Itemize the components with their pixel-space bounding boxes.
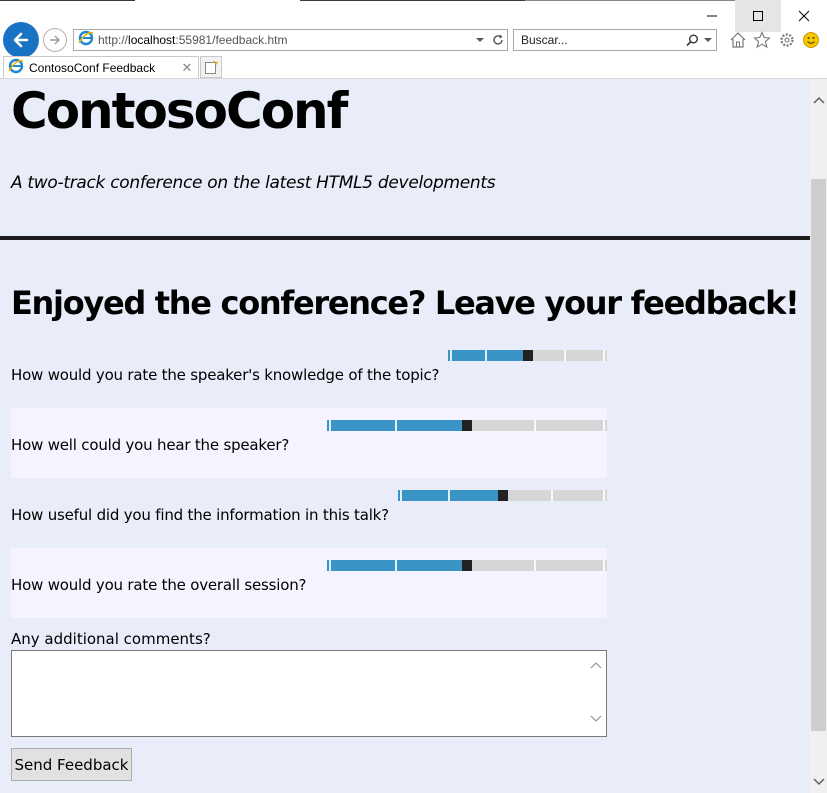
favorites-star-icon[interactable] [752,30,772,50]
address-url: http://localhost:55981/feedback.htm [98,33,288,47]
search-dropdown-icon[interactable] [700,37,716,43]
smiley-feedback-icon[interactable] [801,30,821,50]
rating-slider[interactable] [327,560,607,571]
ie-icon [78,30,94,50]
page-viewport: ContosoConf A two-track conference on th… [0,79,810,793]
rating-tick [564,350,566,361]
arrow-left-icon [13,32,29,48]
rating-tick [551,490,553,501]
scroll-up-arrow[interactable] [810,91,827,108]
rating-slider[interactable] [398,490,607,501]
chevron-up-icon [812,96,825,104]
question-label: How would you rate the overall session? [11,576,307,594]
rating-tick [534,420,536,431]
rating-tick [603,420,605,431]
address-bar[interactable]: http://localhost:55981/feedback.htm [73,29,508,51]
search-input[interactable]: Buscar... [521,33,684,47]
minimize-icon [707,15,717,17]
send-feedback-button[interactable]: Send Feedback [11,748,132,781]
search-icon[interactable] [684,34,700,47]
question-label: How useful did you find the information … [11,506,389,524]
tab-title: ContosoConf Feedback [29,61,156,75]
question-row: How well could you hear the speaker? [11,408,607,478]
chevron-up-icon[interactable] [590,661,602,669]
close-icon [798,10,810,22]
browser-chrome: http://localhost:55981/feedback.htm Busc… [0,0,827,79]
rating-tick [395,420,397,431]
ie-icon [8,58,24,78]
rating-tick [400,490,402,501]
comments-label: Any additional comments? [11,630,211,648]
rating-tick [450,350,452,361]
settings-gear-icon[interactable] [777,30,797,50]
rating-tick [534,560,536,571]
question-label: How would you rate the speaker's knowled… [11,366,440,384]
question-row: How would you rate the speaker's knowled… [11,338,607,408]
page-scrollbar[interactable] [810,79,827,793]
new-tab-icon [205,60,218,74]
rating-thumb[interactable] [498,490,508,501]
refresh-icon[interactable] [489,34,507,46]
rating-thumb[interactable] [462,420,472,431]
site-title: ContosoConf [11,82,348,140]
question-row: How would you rate the overall session? [11,548,607,618]
rating-thumb[interactable] [462,560,472,571]
arrow-right-icon [50,35,60,45]
new-tab-button[interactable] [200,56,222,78]
question-label: How well could you hear the speaker? [11,436,290,454]
rating-slider[interactable] [448,350,607,361]
rating-tick [485,350,487,361]
rating-tick [603,490,605,501]
rating-tick [329,560,331,571]
back-button[interactable] [3,22,39,58]
rating-tick [395,560,397,571]
maximize-button[interactable] [735,0,781,32]
taskbar-edge [0,0,135,1]
tab-contosoconf-feedback[interactable]: ContosoConf Feedback ✕ [3,56,199,79]
taskbar-edge [300,0,525,1]
rating-tick [448,490,450,501]
minimize-button[interactable] [689,0,735,32]
rating-slider[interactable] [327,420,607,431]
scroll-down-arrow[interactable] [810,773,827,790]
tab-close-icon[interactable]: ✕ [180,61,194,76]
chevron-down-icon [812,777,825,785]
forward-button[interactable] [43,28,67,52]
close-window-button[interactable] [781,0,827,32]
address-dropdown-icon[interactable] [471,37,489,43]
maximize-icon [753,11,763,21]
chevron-down-icon[interactable] [590,715,602,723]
rating-thumb[interactable] [523,350,533,361]
header-divider [0,236,810,240]
rating-tick [603,560,605,571]
page-heading: Enjoyed the conference? Leave your feedb… [11,284,800,322]
rating-tick [329,420,331,431]
rating-tick [603,350,605,361]
home-icon[interactable] [728,30,748,50]
search-box[interactable]: Buscar... [513,29,717,51]
site-subtitle: A two-track conference on the latest HTM… [11,173,496,193]
textarea-scroll-arrows [590,661,602,723]
scroll-thumb[interactable] [811,179,826,731]
question-row: How useful did you find the information … [11,478,607,548]
comments-textarea[interactable] [11,650,607,737]
